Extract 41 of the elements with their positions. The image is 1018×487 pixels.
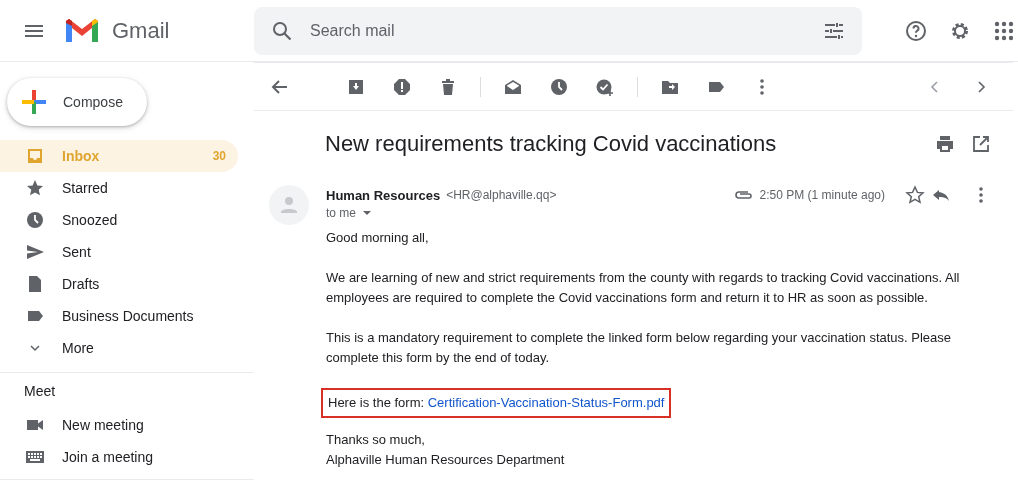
unread-count: 30 [212, 149, 226, 163]
caret-icon [362, 210, 372, 216]
email-subject: New requirements tracking Covid vaccinations [325, 131, 778, 157]
signoff-line: Thanks so much, [326, 431, 426, 449]
email-paragraph: We are learning of new and strict requirements from the county with regards to tracking Covid vaccinations. All employees are required to complete the Covid vaccinations form and return it to HR as soon as possible. [326, 269, 961, 307]
meet-item[interactable]: New meeting [0, 409, 238, 441]
sender-name: Human Resources [326, 187, 441, 203]
send-icon [25, 242, 45, 262]
sidebar-item[interactable]: Sent [0, 236, 238, 268]
open-in-new-window-icon[interactable] [971, 134, 991, 154]
report-spam-icon[interactable] [392, 76, 412, 97]
print-icon[interactable] [935, 134, 955, 154]
sidebar-item[interactable]: Drafts [0, 268, 238, 300]
form-link[interactable]: Certification-Vaccination-Status-Form.pdf [427, 395, 665, 410]
help-icon[interactable] [904, 18, 928, 43]
recipient-dropdown[interactable]: to me [326, 206, 372, 220]
paperclip-icon [733, 189, 754, 201]
sidebar-item[interactable]: Starred [0, 172, 238, 204]
compose-button[interactable]: Compose [7, 78, 147, 126]
form-label: Here is the form: [328, 395, 425, 410]
inbox-icon [25, 146, 45, 166]
search-bar[interactable]: Search mail [254, 6, 862, 55]
app-name: Gmail [112, 17, 170, 44]
email-paragraph: This is a mandatory requirement to complete the linked form below regarding your vaccination status. Please complete this form by the end of today. [326, 329, 953, 367]
sender-email: <HR@alphaville.qq> [446, 188, 557, 202]
sidebar-item[interactable]: Snoozed [0, 204, 238, 236]
sidebar-item[interactable]: Business Documents [0, 300, 238, 332]
clock-icon[interactable] [549, 76, 569, 97]
star-icon [25, 178, 45, 198]
meet-item[interactable]: Join a meeting [0, 441, 238, 473]
plus-icon [19, 87, 49, 117]
star-outline-icon[interactable] [905, 185, 925, 205]
section-title: Meet [23, 383, 57, 401]
envelope-logo-icon [64, 17, 100, 44]
sidebar-item[interactable]: More [0, 332, 238, 364]
email-paragraph: Good morning all, [326, 229, 430, 247]
search-input[interactable]: Search mail [308, 20, 808, 41]
signoff-line: Alphaville Human Resources Department [326, 451, 566, 469]
clock-icon [25, 210, 45, 230]
avatar-icon [269, 185, 309, 225]
timestamp: 2:50 PM (1 minute ago) [759, 188, 885, 202]
